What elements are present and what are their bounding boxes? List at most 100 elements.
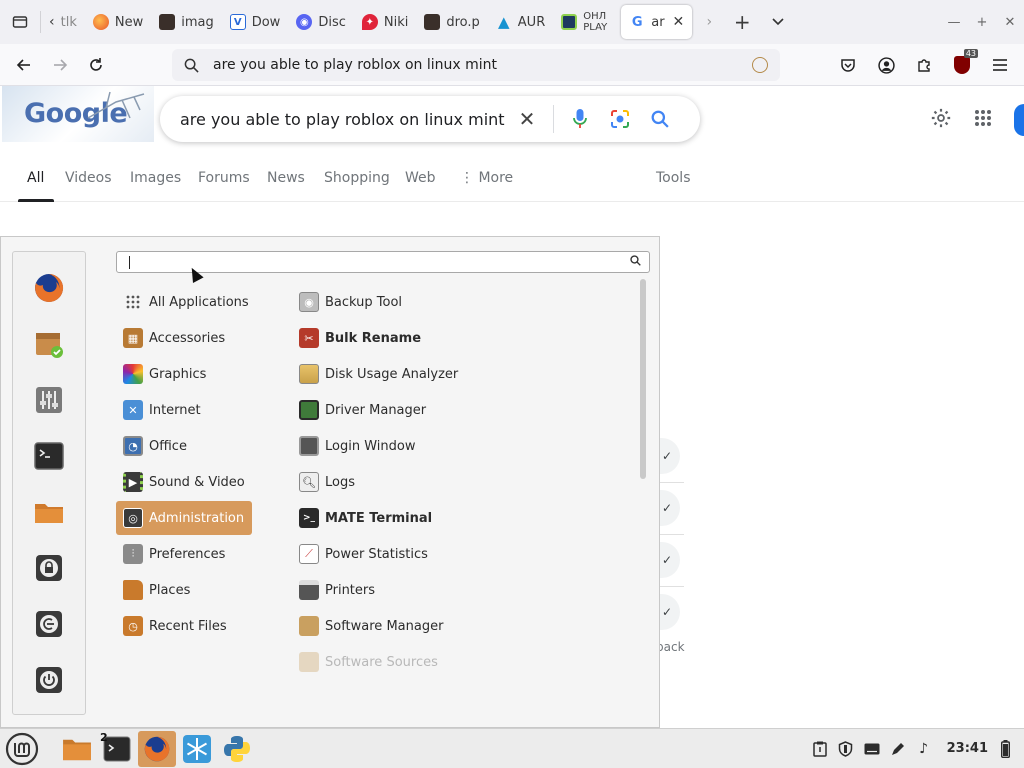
tab-8[interactable]: ▲ AUR — [488, 5, 553, 39]
tab-images[interactable]: Images — [130, 170, 181, 186]
app-login-window[interactable]: Login Window — [293, 429, 593, 463]
url-bar[interactable]: are you able to play roblox on linux min… — [172, 49, 780, 81]
pocket-button[interactable] — [830, 47, 866, 83]
folder-icon[interactable] — [33, 496, 65, 528]
snowflake-icon — [183, 734, 211, 763]
settings-gear-icon[interactable] — [930, 107, 952, 133]
tools-button[interactable]: Tools — [656, 170, 691, 186]
new-tab-button[interactable]: + — [724, 0, 760, 44]
category-sound-video[interactable]: ▶ Sound & Video — [116, 465, 252, 499]
account-button[interactable] — [868, 47, 904, 83]
maximize-button[interactable]: + — [968, 0, 996, 44]
google-icon: G — [629, 14, 646, 30]
search-submit-icon[interactable] — [640, 110, 680, 128]
translate-globe-icon[interactable] — [752, 57, 768, 73]
software-sources-icon — [299, 652, 319, 672]
microphone-icon[interactable] — [560, 109, 600, 129]
app-printers[interactable]: Printers — [293, 573, 593, 607]
app-software-manager[interactable]: Software Manager — [293, 609, 593, 643]
power-icon[interactable] — [33, 664, 65, 696]
google-search-box[interactable]: are you able to play roblox on linux min… — [160, 96, 700, 142]
clipboard-icon[interactable] — [811, 740, 829, 758]
tab-5[interactable]: ◉ Disc — [288, 5, 354, 39]
tab-web[interactable]: Web — [405, 170, 436, 186]
taskbar-snowflake-app-button[interactable] — [178, 731, 216, 767]
category-internet[interactable]: ✕ Internet — [116, 393, 252, 427]
music-icon[interactable]: ♪ — [915, 740, 933, 758]
tab-forums[interactable]: Forums — [198, 170, 250, 186]
app-mate-terminal[interactable]: >_ MATE Terminal — [293, 501, 593, 535]
category-all-applications[interactable]: All Applications — [116, 285, 252, 319]
battery-icon[interactable] — [996, 739, 1014, 758]
forward-button[interactable] — [42, 47, 78, 83]
tab-overview-button[interactable] — [0, 0, 40, 44]
tab-news[interactable]: News — [267, 170, 305, 186]
close-window-button[interactable]: ✕ — [996, 0, 1024, 44]
page-thumbnail-icon — [159, 14, 176, 30]
app-driver-manager[interactable]: Driver Manager — [293, 393, 593, 427]
tab-all[interactable]: All — [27, 170, 44, 186]
feedback-link[interactable]: back — [656, 640, 685, 654]
firefox-icon[interactable] — [33, 272, 65, 304]
lock-screen-icon[interactable] — [33, 552, 65, 584]
tab-1[interactable]: ‹ tlk — [41, 5, 85, 39]
taskbar-firefox-button[interactable] — [138, 730, 176, 767]
list-all-tabs-button[interactable] — [760, 0, 796, 44]
reload-button[interactable] — [78, 47, 114, 83]
clear-search-icon[interactable]: ✕ — [507, 107, 547, 131]
extensions-button[interactable] — [906, 47, 942, 83]
account-avatar[interactable] — [1014, 104, 1024, 136]
app-power-statistics[interactable]: ⟋ Power Statistics — [293, 537, 593, 571]
google-doodle[interactable]: Google — [2, 86, 154, 142]
google-apps-icon[interactable] — [974, 109, 992, 131]
category-office[interactable]: ◔ Office — [116, 429, 252, 463]
taskbar-terminal-button[interactable]: 2 — [98, 731, 136, 767]
pen-icon[interactable] — [889, 740, 907, 758]
taskbar-python-button[interactable] — [218, 731, 256, 767]
tab-videos[interactable]: Videos — [65, 170, 112, 186]
tab-9[interactable]: ОНЛ PLAY — [553, 5, 619, 39]
google-lens-icon[interactable] — [600, 109, 640, 129]
category-recent-files[interactable]: ◷ Recent Files — [116, 609, 252, 643]
category-administration[interactable]: ◎ Administration — [116, 501, 252, 535]
category-graphics[interactable]: Graphics — [116, 357, 252, 391]
mint-menu-button[interactable] — [2, 731, 42, 767]
ublock-button[interactable]: 43 — [944, 47, 980, 83]
close-tab-icon[interactable]: ✕ — [673, 14, 685, 30]
tab-7[interactable]: dro.p — [416, 5, 487, 39]
tab-active-google[interactable]: G ar ✕ — [621, 5, 693, 39]
tab-more[interactable]: ⋮ More — [460, 170, 513, 186]
pinkbox-icon: ✦ — [361, 14, 378, 30]
app-logs[interactable]: 🔍︎ Logs — [293, 465, 593, 499]
category-preferences[interactable]: ⫶ Preferences — [116, 537, 252, 571]
taskbar-files-button[interactable] — [58, 731, 96, 767]
tab-6[interactable]: ✦ Niki — [354, 5, 416, 39]
app-menu-button[interactable] — [982, 47, 1018, 83]
keyboard-icon[interactable] — [863, 740, 881, 758]
menu-scrollbar-thumb[interactable] — [640, 279, 646, 479]
doodle-branch-icon — [87, 91, 145, 119]
menu-scrollbar[interactable] — [639, 279, 648, 479]
tab-2[interactable]: New — [85, 5, 151, 39]
app-bulk-rename[interactable]: ✂ Bulk Rename — [293, 321, 593, 355]
app-backup-tool[interactable]: ◉ Backup Tool — [293, 285, 593, 319]
search-box-divider — [553, 105, 554, 133]
category-places[interactable]: Places — [116, 573, 252, 607]
app-disk-usage-analyzer[interactable]: Disk Usage Analyzer — [293, 357, 593, 391]
back-button[interactable] — [6, 47, 42, 83]
settings-sliders-icon[interactable] — [33, 384, 65, 416]
shield-icon[interactable] — [837, 740, 855, 758]
tab-3[interactable]: imag — [151, 5, 222, 39]
category-accessories[interactable]: ▦ Accessories — [116, 321, 252, 355]
software-manager-icon[interactable] — [33, 328, 65, 360]
minimize-button[interactable]: — — [940, 0, 968, 44]
clock[interactable]: 23:41 — [947, 741, 988, 756]
tab-shopping[interactable]: Shopping — [324, 170, 390, 186]
tab-4[interactable]: V Dow — [222, 5, 289, 39]
app-software-sources[interactable]: Software Sources — [293, 645, 593, 679]
logout-icon[interactable] — [33, 608, 65, 640]
terminal-icon[interactable] — [33, 440, 65, 472]
scroll-tabs-right-button[interactable]: › — [694, 0, 724, 44]
url-text[interactable]: are you able to play roblox on linux min… — [213, 57, 738, 73]
google-search-query[interactable]: are you able to play roblox on linux min… — [180, 110, 507, 129]
